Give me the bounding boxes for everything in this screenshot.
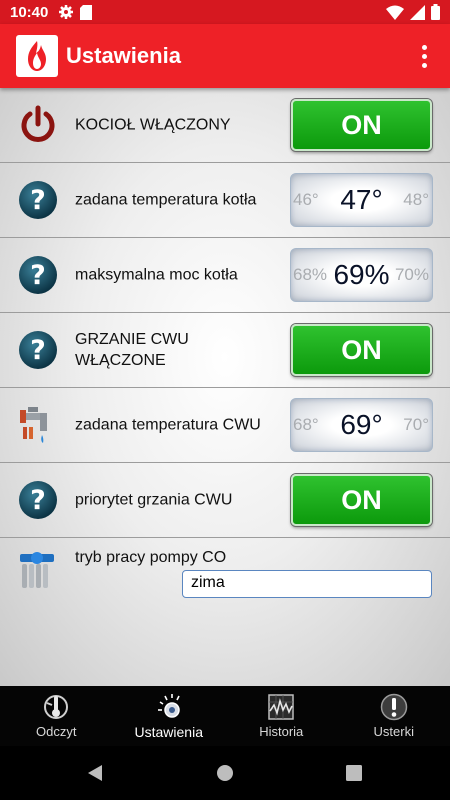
- nav-tab-usterki[interactable]: Usterki: [338, 686, 450, 746]
- picker-next-value[interactable]: 70%: [395, 265, 429, 285]
- home-icon[interactable]: [216, 764, 234, 782]
- pump-mode-label: tryb pracy pompy CO: [75, 549, 227, 566]
- help-icon[interactable]: ?: [18, 330, 58, 370]
- signal-icon: [410, 4, 425, 20]
- nav-tab-ustawienia[interactable]: Ustawienia: [113, 686, 226, 746]
- nav-tab-odczyt[interactable]: Odczyt: [0, 686, 113, 746]
- chart-icon: [268, 694, 294, 720]
- setting-row-dhw-temp: zadana temperatura CWU 68° 69° 70°: [0, 388, 450, 463]
- svg-text:?: ?: [30, 185, 46, 216]
- setting-row-dhw-priority: ? priorytet grzania CWU ON: [0, 463, 450, 538]
- dhw-temp-picker[interactable]: 68° 69° 70°: [290, 398, 433, 452]
- setting-label: GRZANIE CWU WŁĄCZONE: [75, 331, 189, 369]
- pump-mode-field[interactable]: zima: [182, 570, 432, 598]
- wifi-icon: [386, 5, 404, 20]
- max-power-picker[interactable]: 68% 69% 70%: [290, 248, 433, 302]
- svg-text:?: ?: [30, 260, 46, 291]
- thermometer-icon: [44, 695, 69, 719]
- picker-next-value[interactable]: 48°: [403, 190, 429, 210]
- settings-gear-icon: [59, 5, 74, 19]
- sd-card-icon: [80, 4, 93, 20]
- setting-row-max-power: ? maksymalna moc kotła 68% 69% 70%: [0, 238, 450, 313]
- nav-label: Usterki: [373, 724, 414, 739]
- page-title: Ustawienia: [66, 43, 181, 68]
- setting-label: zadana temperatura kotła: [75, 191, 257, 209]
- help-icon[interactable]: ?: [18, 180, 58, 220]
- help-icon[interactable]: ?: [18, 480, 58, 520]
- boiler-temp-picker[interactable]: 46° 47° 48°: [290, 173, 433, 227]
- setting-label: maksymalna moc kotła: [75, 266, 238, 284]
- recents-icon[interactable]: [346, 765, 362, 781]
- battery-icon: [431, 4, 440, 20]
- dhw-priority-toggle[interactable]: ON: [291, 474, 432, 526]
- nav-label: Odczyt: [36, 724, 77, 739]
- app-bar: Ustawienia: [0, 24, 450, 88]
- warning-icon: [380, 693, 407, 721]
- nav-label: Ustawienia: [134, 724, 203, 740]
- radiator-pump-icon: [20, 552, 54, 588]
- settings-list: KOCIOŁ WŁĄCZONY ON ? zadana temperatura …: [0, 88, 450, 686]
- dhw-heating-toggle[interactable]: ON: [291, 324, 432, 376]
- back-icon[interactable]: [86, 764, 104, 782]
- power-icon[interactable]: [18, 105, 58, 145]
- bottom-navigation: Odczyt Ustawienia Historia Usterki: [0, 686, 450, 746]
- dial-icon: [157, 694, 180, 718]
- flame-logo-icon: [16, 35, 58, 77]
- setting-row-dhw-heating: ? GRZANIE CWU WŁĄCZONE ON: [0, 313, 450, 388]
- status-bar: 10:40: [0, 0, 450, 24]
- svg-text:?: ?: [30, 485, 46, 516]
- nav-label: Historia: [259, 724, 304, 739]
- setting-label: KOCIOŁ WŁĄCZONY: [75, 116, 231, 134]
- setting-row-boiler-on: KOCIOŁ WŁĄCZONY ON: [0, 88, 450, 163]
- picker-next-value[interactable]: 70°: [403, 415, 429, 435]
- help-icon[interactable]: ?: [18, 255, 58, 295]
- boiler-on-toggle[interactable]: ON: [291, 99, 432, 151]
- setting-row-boiler-temp: ? zadana temperatura kotła 46° 47° 48°: [0, 163, 450, 238]
- svg-text:?: ?: [30, 335, 46, 366]
- hot-water-tap-icon: [20, 407, 47, 443]
- status-time: 10:40: [10, 3, 49, 21]
- nav-tab-historia[interactable]: Historia: [225, 686, 338, 746]
- system-navigation-bar: [0, 746, 450, 800]
- overflow-menu-icon[interactable]: [412, 36, 436, 76]
- setting-label: priorytet grzania CWU: [75, 491, 233, 509]
- setting-label: zadana temperatura CWU: [75, 416, 261, 434]
